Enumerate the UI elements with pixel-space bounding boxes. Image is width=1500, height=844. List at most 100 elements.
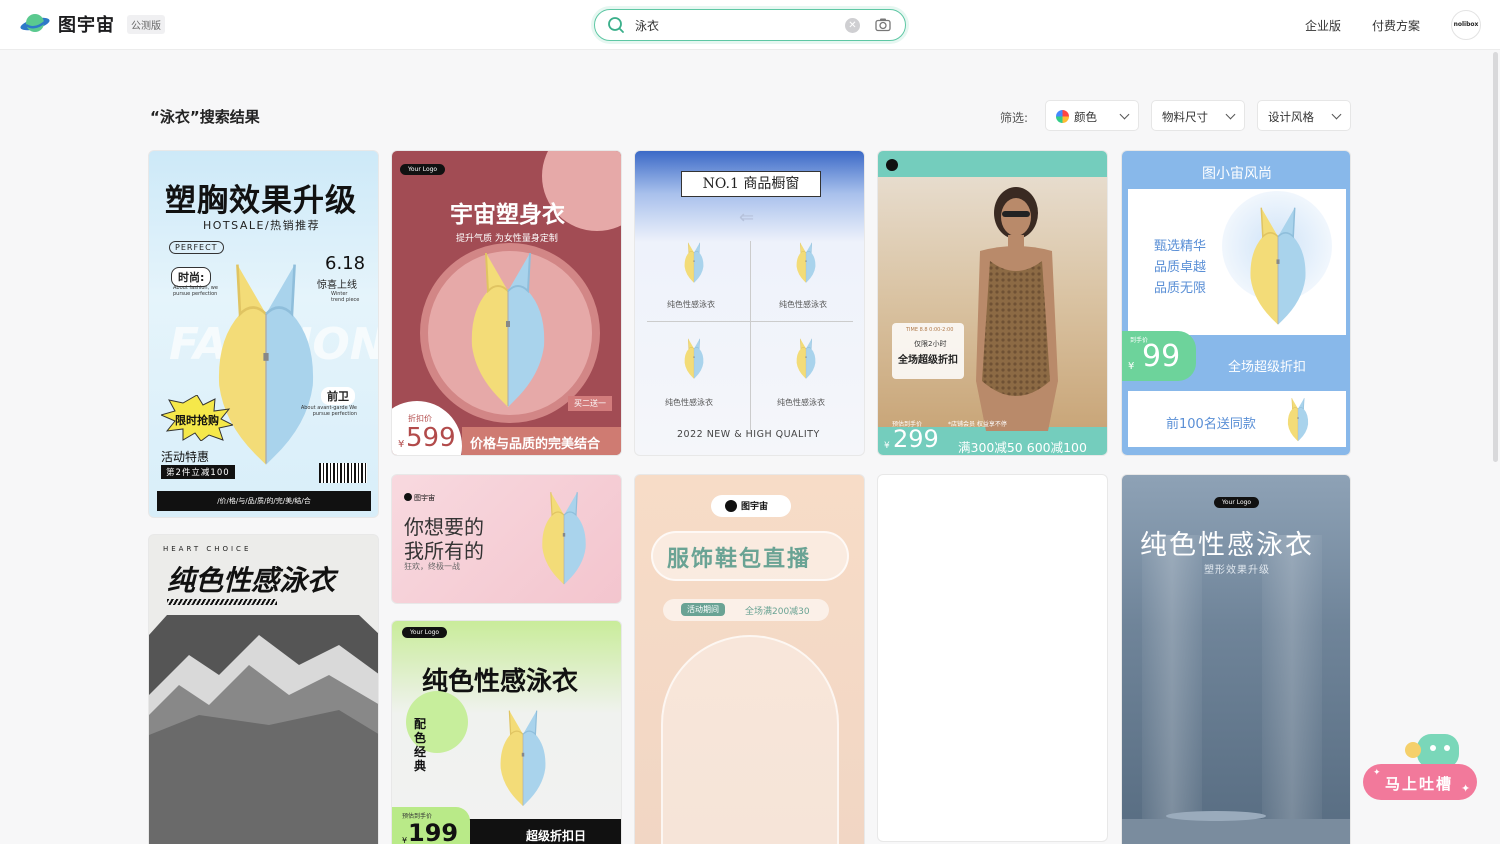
- search-icon[interactable]: [607, 16, 625, 34]
- card1-perfect: PERFECT: [169, 241, 224, 254]
- card1-date: 6.18: [325, 253, 366, 274]
- card1-avant-en: About avant-garde We pursue perfection: [300, 405, 357, 417]
- swimsuit-image: [534, 481, 594, 597]
- filter-color-label: 颜色: [1074, 110, 1097, 124]
- filter-style-label: 设计风格: [1268, 110, 1314, 124]
- clear-search-icon[interactable]: ✕: [845, 18, 860, 33]
- card11-logo: Your Logo: [1214, 497, 1260, 508]
- card6-title: 纯色性感泳衣: [167, 564, 336, 597]
- planet-logo-icon: [20, 11, 52, 37]
- card9-period: 活动期间: [681, 603, 725, 616]
- card11-subtitle: 塑形效果升级: [1204, 565, 1270, 576]
- swimsuit-image: [1240, 201, 1316, 333]
- card4-time: TIME 8.8 0:00-2:00: [906, 327, 954, 333]
- card8-tag: 超级折扣日: [526, 829, 587, 843]
- card8-logo: Your Logo: [402, 627, 448, 638]
- card1-title: 塑胸效果升级: [165, 183, 357, 219]
- card3-label-3: 纯色性感泳衣: [665, 398, 713, 407]
- swimsuit-image: [1284, 395, 1312, 445]
- card4-sale: 全场超级折扣: [898, 355, 958, 366]
- swimsuit-image: [681, 333, 707, 385]
- nav-pricing-link[interactable]: 付费方案: [1372, 17, 1420, 34]
- filter-size-label: 物料尺寸: [1162, 110, 1208, 124]
- card1-avant: 前卫: [321, 387, 355, 405]
- card5-gift: 前100名送同款: [1166, 417, 1256, 432]
- template-card-8[interactable]: Your Logo 纯色性感泳衣 配色经典 超级折扣日 预估到手价 ¥ 199: [391, 620, 622, 844]
- card1-promo-sub: 第2件立减100: [161, 465, 235, 479]
- page-scrollbar[interactable]: [1493, 52, 1498, 462]
- camera-search-icon[interactable]: [874, 16, 892, 34]
- template-card-6[interactable]: HEART CHOICE 纯色性感泳衣: [148, 534, 379, 844]
- card5-price: 99: [1142, 339, 1181, 374]
- results-title: “泳衣”搜索结果: [150, 108, 260, 126]
- color-wheel-icon: [1056, 110, 1069, 123]
- brand-logo-icon: [725, 500, 737, 512]
- template-card-1[interactable]: 塑胸效果升级 HOTSALE/热销推荐 PERFECT 时尚: About fa…: [148, 150, 379, 518]
- template-card-5[interactable]: 图小宙风尚 甄选精华 品质卓越 品质无限 到手价 ¥ 99 全场超级折扣 前10…: [1121, 150, 1351, 456]
- brand-logo-icon: [886, 159, 898, 171]
- card3-title: NO.1 商品橱窗: [681, 171, 821, 197]
- swimsuit-image: [492, 703, 554, 815]
- arrow-left-icon: ⇐: [739, 207, 755, 228]
- chevron-down-icon: [1225, 109, 1236, 120]
- card5-line-2: 品质卓越: [1154, 260, 1207, 275]
- mountain-photo: [149, 615, 378, 844]
- beta-badge: 公测版: [127, 14, 165, 34]
- filter-label: 筛选:: [1000, 111, 1029, 125]
- card5-sale: 全场超级折扣: [1228, 360, 1307, 375]
- sparkle-icon: ✦: [1373, 768, 1381, 778]
- sparkle-icon: ✦: [1461, 782, 1471, 795]
- template-card-7[interactable]: 图宇宙 你想要的 我所有的 狂欢，终极一战: [391, 474, 622, 604]
- swimsuit-image: [458, 247, 558, 415]
- template-card-3[interactable]: NO.1 商品橱窗 ⇐ 纯色性感泳衣 纯色性感泳衣 纯色性感泳衣 纯色性感泳衣 …: [634, 150, 865, 456]
- card5-line-3: 品质无限: [1154, 281, 1207, 296]
- card7-brand: 图宇宙: [414, 494, 435, 502]
- card4-note: *店铺会员 权益享不停: [948, 421, 1007, 428]
- template-card-9[interactable]: 图宇宙 服饰鞋包直播 活动期间 全场满200减30: [634, 474, 865, 844]
- search-input[interactable]: 泳衣: [635, 17, 659, 34]
- swimsuit-image: [793, 333, 819, 385]
- card1-subtitle: HOTSALE/热销推荐: [203, 219, 321, 232]
- card9-offer: 全场满200减30: [745, 607, 810, 617]
- nav-enterprise-link[interactable]: 企业版: [1305, 17, 1341, 34]
- card1-winter: Winter trend piece: [331, 291, 360, 303]
- card1-promo: 活动特惠: [161, 450, 210, 464]
- template-card-11[interactable]: Your Logo 纯色性感泳衣 塑形效果升级: [1121, 474, 1351, 844]
- logo-text: 图宇宙: [58, 15, 115, 36]
- feedback-label: 马上吐槽: [1385, 775, 1454, 793]
- card11-title: 纯色性感泳衣: [1140, 530, 1314, 561]
- brand-logo-icon: [404, 493, 412, 501]
- card9-brand: 图宇宙: [741, 502, 769, 512]
- card4-only: 仅限2小时: [914, 340, 947, 348]
- card4-offer: 满300减50 600减100: [958, 440, 1087, 455]
- card8-side: 配色经典: [414, 717, 427, 773]
- card3-label-1: 纯色性感泳衣: [667, 300, 715, 309]
- chevron-down-icon: [1119, 109, 1130, 120]
- logo[interactable]: 图宇宙 公测版: [20, 11, 165, 37]
- template-card-10[interactable]: [877, 474, 1108, 842]
- model-photo: [976, 187, 1058, 431]
- template-card-4[interactable]: TIME 8.8 0:00-2:00 仅限2小时 全场超级折扣 预估到手价 *店…: [877, 150, 1108, 456]
- card2-slogan: 价格与品质的完美结合: [470, 437, 601, 452]
- filter-style-dropdown[interactable]: 设计风格: [1257, 100, 1351, 131]
- filter-color-dropdown[interactable]: 颜色: [1045, 100, 1139, 131]
- card8-price: 199: [408, 819, 459, 844]
- filter-size-dropdown[interactable]: 物料尺寸: [1151, 100, 1245, 131]
- card7-line2: 我所有的: [404, 539, 484, 563]
- card2-tag: 买二送一: [568, 396, 612, 411]
- swimsuit-image: [681, 237, 707, 289]
- user-avatar[interactable]: nolibox: [1451, 10, 1481, 40]
- card2-title: 宇宙塑身衣: [450, 202, 565, 228]
- template-card-2[interactable]: Your Logo 宇宙塑身衣 提升气质 为女性量身定制 买二送一 折扣价 ¥ …: [391, 150, 622, 456]
- card6-heart: HEART CHOICE: [163, 545, 252, 553]
- feedback-button[interactable]: 马上吐槽 ✦ ✦: [1363, 730, 1477, 802]
- swimsuit-image: [793, 237, 819, 289]
- search-bar[interactable]: 泳衣 ✕: [594, 9, 906, 41]
- card7-sub: 狂欢，终极一战: [404, 562, 460, 571]
- card3-label-2: 纯色性感泳衣: [779, 300, 827, 309]
- card3-label-4: 纯色性感泳衣: [777, 398, 825, 407]
- barcode-icon: [319, 463, 367, 483]
- card4-price: 299: [893, 425, 939, 453]
- top-header: 图宇宙 公测版 泳衣 ✕ 企业版 付费方案 nolibox: [0, 0, 1500, 50]
- card1-flash: 限时抢购: [175, 414, 219, 427]
